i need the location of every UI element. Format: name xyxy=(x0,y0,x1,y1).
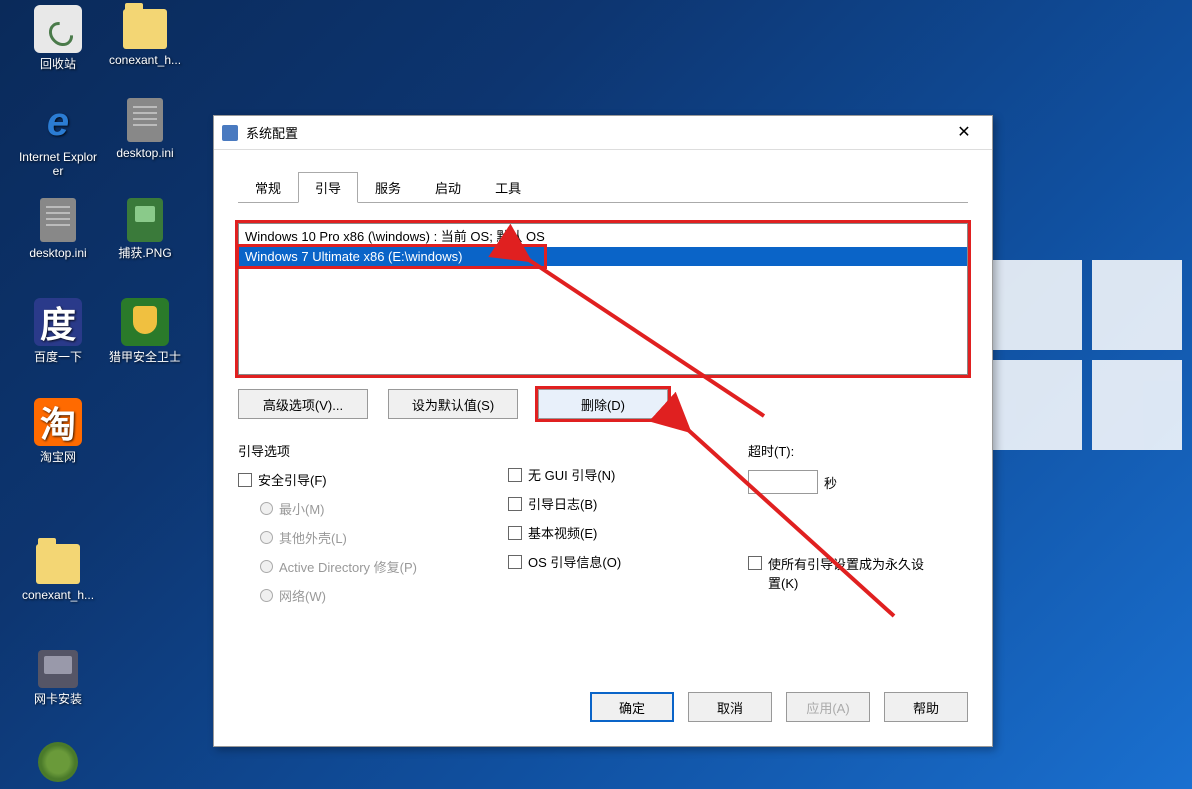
tab-strip: 常规 引导 服务 启动 工具 xyxy=(238,172,968,203)
ok-button[interactable]: 确定 xyxy=(590,692,674,722)
radio-ad-repair: Active Directory 修复(P) xyxy=(260,557,508,576)
advanced-options-button[interactable]: 高级选项(V)... xyxy=(238,389,368,419)
desktop-icon-globe[interactable] xyxy=(18,742,98,786)
desktop-icon-baidu[interactable]: 度百度一下 xyxy=(18,298,98,364)
desktop-icon-security[interactable]: 猎甲安全卫士 xyxy=(105,298,185,364)
tab-services[interactable]: 服务 xyxy=(358,172,418,203)
network-card-icon xyxy=(38,650,78,688)
radio-network: 网络(W) xyxy=(260,586,508,605)
boot-entries-list[interactable]: Windows 10 Pro x86 (\windows) : 当前 OS; 默… xyxy=(238,223,968,375)
boot-entry[interactable]: Windows 10 Pro x86 (\windows) : 当前 OS; 默… xyxy=(239,224,967,247)
desktop-icon-ini[interactable]: desktop.ini xyxy=(18,198,98,260)
basic-video-checkbox[interactable]: 基本视频(E) xyxy=(508,523,748,542)
app-icon xyxy=(222,125,238,141)
desktop-icon-recycle-bin[interactable]: 回收站 xyxy=(18,5,98,71)
tab-boot[interactable]: 引导 xyxy=(298,172,358,203)
set-default-button[interactable]: 设为默认值(S) xyxy=(388,389,518,419)
radio-icon xyxy=(260,560,273,573)
desktop-icon-taobao[interactable]: 淘淘宝网 xyxy=(18,398,98,464)
timeout-unit: 秒 xyxy=(824,473,837,492)
ie-icon xyxy=(34,98,82,146)
apply-button: 应用(A) xyxy=(786,692,870,722)
shield-icon xyxy=(121,298,169,346)
desktop-icon-folder[interactable]: conexant_h... xyxy=(105,5,185,67)
taobao-icon: 淘 xyxy=(34,398,82,446)
timeout-label: 超时(T): xyxy=(748,441,968,460)
checkbox-icon xyxy=(238,473,252,487)
checkbox-icon xyxy=(748,556,762,570)
desktop-icon-png[interactable]: 捕获.PNG xyxy=(105,198,185,260)
windows-logo-wallpaper xyxy=(992,260,1192,460)
radio-minimal: 最小(M) xyxy=(260,499,508,518)
checkbox-icon xyxy=(508,555,522,569)
png-file-icon xyxy=(127,198,163,242)
boot-entry-selected[interactable]: Windows 7 Ultimate x86 (E:\windows) xyxy=(239,247,967,266)
no-gui-boot-checkbox[interactable]: 无 GUI 引导(N) xyxy=(508,465,748,484)
desktop-icon-ini[interactable]: desktop.ini xyxy=(105,98,185,160)
help-button[interactable]: 帮助 xyxy=(884,692,968,722)
boot-log-checkbox[interactable]: 引导日志(B) xyxy=(508,494,748,513)
desktop-icon-folder[interactable]: conexant_h... xyxy=(18,540,98,602)
msconfig-dialog: 系统配置 ✕ 常规 引导 服务 启动 工具 Windows 10 Pro x86… xyxy=(213,115,993,747)
checkbox-icon xyxy=(508,468,522,482)
tab-startup[interactable]: 启动 xyxy=(418,172,478,203)
radio-alt-shell: 其他外壳(L) xyxy=(260,528,508,547)
delete-button[interactable]: 删除(D) xyxy=(538,389,668,419)
tab-tools[interactable]: 工具 xyxy=(478,172,538,203)
radio-icon xyxy=(260,502,273,515)
desktop-icon-network-install[interactable]: 网卡安装 xyxy=(18,650,98,706)
folder-icon xyxy=(123,9,167,49)
radio-icon xyxy=(260,589,273,602)
checkbox-icon xyxy=(508,497,522,511)
radio-icon xyxy=(260,531,273,544)
tab-general[interactable]: 常规 xyxy=(238,172,298,203)
desktop-icon-ie[interactable]: Internet Explorer xyxy=(18,98,98,179)
folder-icon xyxy=(36,544,80,584)
os-boot-info-checkbox[interactable]: OS 引导信息(O) xyxy=(508,552,748,571)
recycle-bin-icon xyxy=(34,5,82,53)
globe-icon xyxy=(38,742,78,782)
dialog-title: 系统配置 xyxy=(246,123,944,142)
close-button[interactable]: ✕ xyxy=(944,119,984,147)
dialog-titlebar[interactable]: 系统配置 ✕ xyxy=(214,116,992,150)
baidu-icon: 度 xyxy=(34,298,82,346)
ini-file-icon xyxy=(40,198,76,242)
safe-boot-checkbox[interactable]: 安全引导(F) xyxy=(238,470,508,489)
permanent-settings-checkbox[interactable]: 使所有引导设置成为永久设置(K) xyxy=(748,554,968,592)
cancel-button[interactable]: 取消 xyxy=(688,692,772,722)
checkbox-icon xyxy=(508,526,522,540)
timeout-input[interactable] xyxy=(748,470,818,494)
ini-file-icon xyxy=(127,98,163,142)
boot-options-label: 引导选项 xyxy=(238,441,508,460)
